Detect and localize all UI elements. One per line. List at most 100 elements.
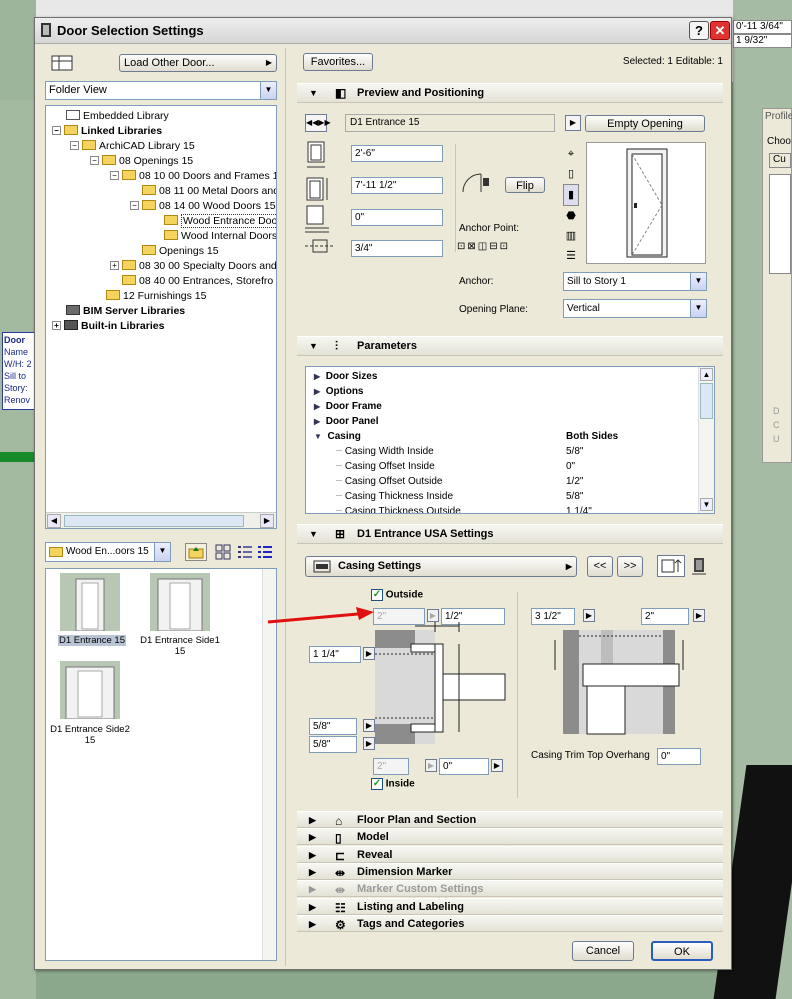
library-tree[interactable]: Embedded Library − Linked Libraries − Arch…: [45, 105, 277, 529]
param-casing-value[interactable]: Both Sides: [566, 431, 618, 442]
thumbnail-scrollbar[interactable]: [262, 569, 276, 960]
param-row[interactable]: ┄ Casing Thickness Outside: [336, 506, 461, 513]
favorites-button[interactable]: Favorites...: [303, 53, 373, 71]
flip-button[interactable]: Flip: [505, 177, 545, 193]
collapse-icon[interactable]: −: [70, 140, 79, 150]
param-value[interactable]: 5/8": [566, 446, 583, 457]
param-row[interactable]: ┄ Casing Width Inside: [336, 446, 434, 457]
view-section-icon[interactable]: ▥: [563, 226, 579, 246]
section-tags-and-categories[interactable]: ▶ ⚙ Tags and Categories: [297, 915, 723, 932]
parameter-list[interactable]: ▶ Door Sizes ▶ Options ▶ Door Frame ▶ Do…: [305, 366, 715, 514]
view-3d-icon[interactable]: ⬣: [563, 206, 579, 226]
collapse-icon[interactable]: −: [130, 200, 139, 210]
scroll-left-icon[interactable]: ◀: [47, 514, 61, 528]
object-menu-arrow-icon[interactable]: ▶: [565, 115, 581, 131]
tree-item-wood-entrance-doors[interactable]: Wood Entrance Doors: [164, 214, 276, 228]
view-select[interactable]: Folder View ▼: [45, 81, 277, 100]
field-menu-icon[interactable]: ▶: [363, 647, 375, 660]
field-menu-icon[interactable]: ▶: [583, 609, 595, 622]
title-bar[interactable]: Door Selection Settings ? ✕: [35, 18, 731, 44]
param-group-door-sizes[interactable]: ▶ Door Sizes: [314, 371, 377, 382]
inside-checkbox[interactable]: ✓ Inside: [371, 778, 415, 790]
scroll-up-icon[interactable]: ▲: [700, 368, 713, 381]
tree-item-linked-libraries[interactable]: − Linked Libraries: [52, 124, 162, 138]
casing-top-right-field[interactable]: 2": [641, 608, 689, 625]
help-button[interactable]: ?: [689, 21, 709, 40]
inside-offset-field[interactable]: 0": [439, 758, 489, 775]
thumbnail-d1-entrance-side2[interactable]: [60, 661, 120, 720]
tree-item-built-in-libraries[interactable]: + Built-in Libraries: [52, 319, 164, 333]
anchor-select[interactable]: Sill to Story 1 ▼: [563, 272, 707, 291]
next-page-button[interactable]: >>: [617, 556, 643, 577]
section-d1-entrance-usa-settings[interactable]: ▼ ⊞ D1 Entrance USA Settings: [297, 524, 723, 544]
param-value[interactable]: 0": [566, 461, 575, 472]
param-value[interactable]: 1/2": [566, 476, 583, 487]
cancel-button[interactable]: Cancel: [572, 941, 634, 961]
field-menu-icon[interactable]: ▶: [363, 719, 375, 732]
view-plan-icon[interactable]: ⌖: [563, 144, 579, 164]
param-value[interactable]: 5/8": [566, 491, 583, 502]
close-button[interactable]: ✕: [710, 21, 730, 40]
inside-disabled-field[interactable]: 2": [373, 758, 409, 775]
tree-item-openings-15[interactable]: Openings 15: [142, 244, 219, 258]
field-menu-icon[interactable]: ▶: [363, 737, 375, 750]
tree-item-wood-internal-doors[interactable]: Wood Internal Doors: [164, 229, 276, 243]
field-menu-icon[interactable]: ▶: [491, 759, 503, 772]
section-reveal[interactable]: ▶ ⊏ Reveal: [297, 846, 723, 863]
width-field[interactable]: 2'-6": [351, 145, 443, 162]
previous-page-button[interactable]: <<: [587, 556, 613, 577]
view-icons-icon[interactable]: [215, 544, 231, 560]
collapse-icon[interactable]: −: [90, 155, 99, 165]
ok-button[interactable]: OK: [651, 941, 713, 961]
param-group-options[interactable]: ▶ Options: [314, 386, 364, 397]
expand-icon[interactable]: +: [52, 320, 61, 330]
param-row[interactable]: ┄ Casing Thickness Inside: [336, 491, 453, 502]
opening-plane-select[interactable]: Vertical ▼: [563, 299, 707, 318]
scroll-thumb[interactable]: [700, 383, 713, 419]
view-mode-icon[interactable]: [49, 54, 75, 72]
thumbnail-panel[interactable]: D1 Entrance 15 D1 Entrance Side1 15 D1 E…: [45, 568, 277, 961]
view-list-icon[interactable]: [237, 544, 253, 560]
folder-up-icon[interactable]: [185, 543, 207, 561]
pane-splitter[interactable]: [285, 48, 291, 966]
scroll-down-icon[interactable]: ▼: [700, 498, 713, 511]
view-details-icon[interactable]: [257, 544, 273, 560]
inside-width-field[interactable]: 5/8": [309, 736, 357, 753]
view-list-parameters-icon[interactable]: ☰: [563, 246, 579, 266]
param-row[interactable]: ┄ Casing Offset Outside: [336, 476, 442, 487]
outside-thickness-field[interactable]: 1 1/4": [309, 646, 361, 663]
tree-horizontal-scrollbar[interactable]: ◀ ▶: [46, 512, 276, 528]
anchor-point-icons[interactable]: ⊡⊠◫⊟⊡: [457, 241, 527, 257]
preview-mode-icons[interactable]: ⌖ ▯ ▮ ⬣ ▥ ☰: [563, 144, 579, 264]
param-group-casing[interactable]: ▼ Casing: [314, 431, 361, 442]
section-preview-positioning[interactable]: ▼ ◧ Preview and Positioning: [297, 83, 723, 103]
tree-item-wood-doors[interactable]: −08 14 00 Wood Doors 15: [130, 199, 276, 213]
thumbnail-d1-entrance[interactable]: [60, 573, 120, 632]
settings-view-icon[interactable]: [657, 555, 685, 577]
thumbnail-d1-entrance-side1[interactable]: [150, 573, 210, 632]
tree-item-bim-server-libraries[interactable]: BIM Server Libraries: [66, 304, 185, 318]
section-listing-and-labeling[interactable]: ▶ ☷ Listing and Labeling: [297, 898, 723, 915]
height-field[interactable]: 7'-11 1/2": [351, 177, 443, 194]
tree-item-openings[interactable]: −08 Openings 15: [90, 154, 193, 168]
parameter-scrollbar[interactable]: ▲ ▼: [698, 367, 714, 513]
param-row[interactable]: ┄ Casing Offset Inside: [336, 461, 435, 472]
tree-item-specialty-doors[interactable]: +08 30 00 Specialty Doors and: [110, 259, 276, 273]
field-menu-icon[interactable]: ▶: [693, 609, 705, 622]
settings-extra-icon[interactable]: [691, 556, 707, 576]
scroll-right-icon[interactable]: ▶: [260, 514, 274, 528]
load-other-door-button[interactable]: Load Other Door... ▶: [119, 54, 277, 72]
field-menu-icon[interactable]: ▶: [425, 759, 437, 772]
param-group-door-panel[interactable]: ▶ Door Panel: [314, 416, 379, 427]
folder-combo[interactable]: Wood En...oors 15 ▼: [45, 542, 171, 562]
casing-settings-combo[interactable]: Casing Settings ▶: [305, 556, 577, 577]
view-elevation-icon[interactable]: ▯: [563, 164, 579, 184]
tree-item-metal-doors[interactable]: 08 11 00 Metal Doors and: [142, 184, 276, 198]
offset-field[interactable]: 0": [351, 209, 443, 226]
view-side-icon[interactable]: ▮: [563, 184, 579, 206]
casing-trim-overhang-field[interactable]: 0": [657, 748, 701, 765]
section-dimension-marker[interactable]: ▶ ⇹ Dimension Marker: [297, 863, 723, 880]
section-model[interactable]: ▶ ▯ Model: [297, 828, 723, 845]
inside-thickness-field[interactable]: 5/8": [309, 718, 357, 735]
outside-checkbox[interactable]: ✓ Outside: [371, 589, 423, 601]
